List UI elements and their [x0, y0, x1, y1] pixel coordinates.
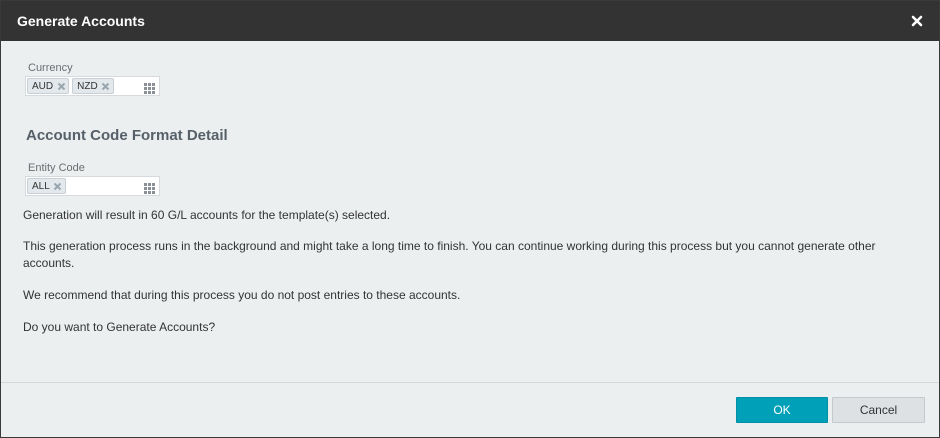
dialog-title: Generate Accounts [17, 13, 145, 29]
ok-button[interactable]: OK [736, 397, 828, 423]
footer-divider [1, 382, 939, 383]
grid-lookup-icon[interactable] [144, 81, 155, 94]
entity-code-tag-all: ALL [27, 178, 66, 194]
tag-label: NZD [77, 80, 98, 92]
remove-tag-icon[interactable] [53, 181, 63, 191]
message-recommendation: We recommend that during this process yo… [23, 288, 461, 302]
dialog-titlebar: Generate Accounts [1, 1, 939, 41]
message-account-count: Generation will result in 60 G/L account… [23, 208, 391, 222]
cancel-button[interactable]: Cancel [832, 397, 925, 423]
tag-label: AUD [32, 80, 54, 92]
remove-tag-icon[interactable] [56, 81, 66, 91]
entity-code-tag-input[interactable]: ALL [25, 176, 160, 196]
currency-tag-aud: AUD [27, 78, 70, 94]
currency-label: Currency [28, 62, 73, 74]
section-heading: Account Code Format Detail [26, 127, 228, 144]
close-icon[interactable] [909, 13, 925, 29]
grid-lookup-icon[interactable] [144, 181, 155, 194]
currency-tag-nzd: NZD [72, 78, 114, 94]
dialog-body: Currency AUD NZD Account Code Format Det… [1, 41, 939, 383]
message-background-process: This generation process runs in the back… [23, 239, 876, 270]
tag-label: ALL [32, 180, 50, 192]
message-confirm-question: Do you want to Generate Accounts? [23, 320, 216, 334]
currency-tag-input[interactable]: AUD NZD [25, 76, 160, 96]
remove-tag-icon[interactable] [101, 81, 111, 91]
generate-accounts-dialog: Generate Accounts Currency AUD NZD Accou… [0, 0, 940, 438]
entity-code-label: Entity Code [28, 162, 85, 174]
